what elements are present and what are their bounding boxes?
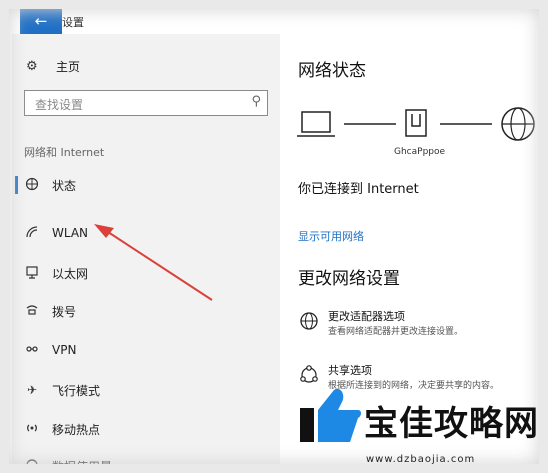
sidebar-item-status[interactable]: 状态 (14, 174, 77, 196)
sidebar-item-label: 移动热点 (52, 422, 101, 437)
sidebar-item-label: 状态 (52, 178, 77, 193)
sidebar: ⚙ 主页 查找设置 ⚲ 网络和 Internet 状态 WLAN 以太网 拨号 … (12, 34, 280, 473)
dialup-icon (24, 303, 40, 320)
sidebar-item-label: 拨号 (52, 304, 77, 319)
vpn-icon (24, 342, 40, 359)
section-title: 网络和 Internet (24, 146, 105, 159)
home-label: 主页 (56, 60, 81, 74)
sidebar-item-vpn[interactable]: VPN (24, 339, 76, 361)
watermark-text: 宝佳攻略网 (364, 404, 539, 444)
search-input[interactable]: 查找设置 ⚲ (24, 90, 268, 116)
ethernet-icon (24, 265, 40, 282)
sidebar-item-label: 数据使用量 (52, 459, 113, 473)
data-usage-icon (24, 458, 40, 473)
sidebar-home[interactable]: ⚙ 主页 (26, 58, 80, 75)
globe-internet-icon (501, 107, 535, 141)
show-networks-link[interactable]: 显示可用网络 (298, 228, 364, 244)
hotspot-icon (24, 421, 40, 438)
connection-status-text: 你已连接到 Internet (298, 182, 419, 197)
wifi-icon (24, 225, 40, 242)
sidebar-item-label: VPN (52, 343, 77, 357)
status-heading: 网络状态 (298, 61, 366, 81)
router-icon (405, 109, 427, 137)
adapter-globe-icon (300, 312, 318, 330)
option-title: 共享选项 (328, 364, 372, 377)
sharing-icon (300, 365, 318, 383)
sidebar-item-label: 飞行模式 (52, 383, 101, 398)
sidebar-item-hotspot[interactable]: 移动热点 (24, 418, 100, 440)
watermark-logo-icon (300, 388, 361, 442)
sidebar-item-airplane[interactable]: ✈ 飞行模式 (24, 379, 100, 401)
window-title: 设置 (62, 16, 84, 29)
option-title: 更改适配器选项 (328, 310, 405, 323)
network-diagram (297, 107, 535, 141)
airplane-icon: ✈ (26, 383, 38, 397)
sidebar-item-data-usage[interactable]: 数据使用量 (24, 455, 112, 473)
sidebar-item-dialup[interactable]: 拨号 (24, 300, 76, 322)
change-settings-heading: 更改网络设置 (298, 269, 400, 289)
search-icon: ⚲ (251, 94, 261, 109)
watermark-url: www.dzbaojia.com (366, 454, 476, 465)
globe-status-icon (24, 177, 40, 194)
sidebar-item-label: 以太网 (52, 266, 89, 281)
sidebar-item-label: WLAN (52, 226, 89, 240)
laptop-icon (297, 111, 335, 137)
back-button[interactable]: ← (20, 8, 62, 34)
title-bar: ← 设置 (12, 8, 536, 34)
sidebar-item-wlan[interactable]: WLAN (24, 222, 88, 244)
gear-icon: ⚙ (26, 59, 38, 74)
sidebar-item-ethernet[interactable]: 以太网 (24, 262, 88, 284)
option-description: 查看网络适配器并更改连接设置。 (328, 327, 464, 337)
network-name: GhcaPppoe (394, 147, 446, 157)
back-arrow-icon: ← (34, 12, 48, 30)
search-placeholder: 查找设置 (35, 98, 84, 112)
